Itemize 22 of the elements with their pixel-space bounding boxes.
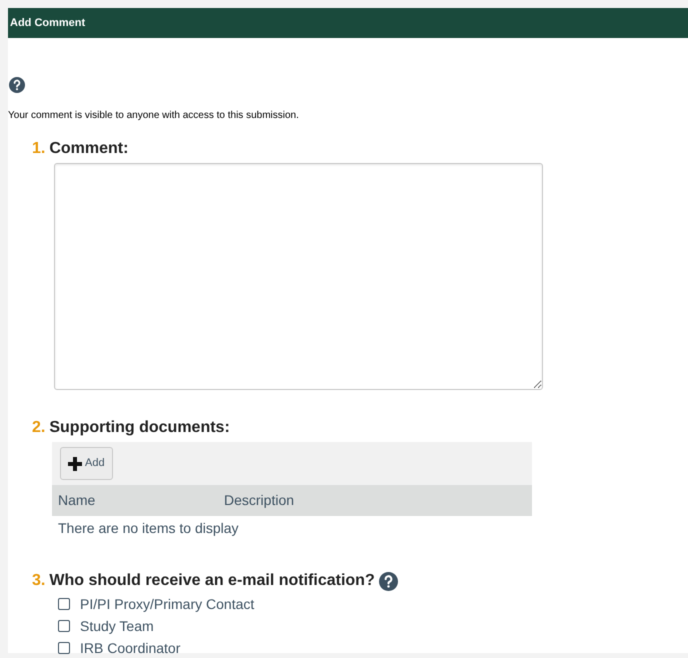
help-icon[interactable] bbox=[9, 77, 25, 93]
section-number: 3. bbox=[32, 571, 46, 591]
checkbox-label: IRB Coordinator bbox=[80, 638, 180, 658]
column-header: Description bbox=[224, 491, 294, 510]
column-header: Name bbox=[57, 491, 96, 510]
help-icon[interactable] bbox=[378, 572, 398, 590]
section-title: Supporting documents: bbox=[49, 418, 230, 438]
section-number: 1. bbox=[32, 139, 46, 159]
comment-field[interactable] bbox=[54, 163, 543, 390]
section-number: 2. bbox=[32, 418, 46, 438]
checkbox[interactable] bbox=[58, 598, 70, 610]
checkbox[interactable] bbox=[58, 642, 70, 654]
checkbox-label: Study Team bbox=[80, 616, 154, 636]
checkbox-label: PI/PI Proxy/Primary Contact bbox=[80, 594, 254, 614]
notice-text: Your comment is visible to anyone with access to this submission. bbox=[8, 109, 300, 123]
add-button[interactable]: Add bbox=[60, 447, 113, 480]
section-title: Comment: bbox=[49, 139, 128, 159]
checkbox[interactable] bbox=[58, 620, 70, 632]
plus-icon bbox=[68, 456, 82, 470]
empty-message: There are no items to display bbox=[58, 519, 240, 538]
section-title: Who should receive an e-mail notification? bbox=[49, 571, 375, 591]
window-title: Add Comment bbox=[10, 16, 86, 31]
